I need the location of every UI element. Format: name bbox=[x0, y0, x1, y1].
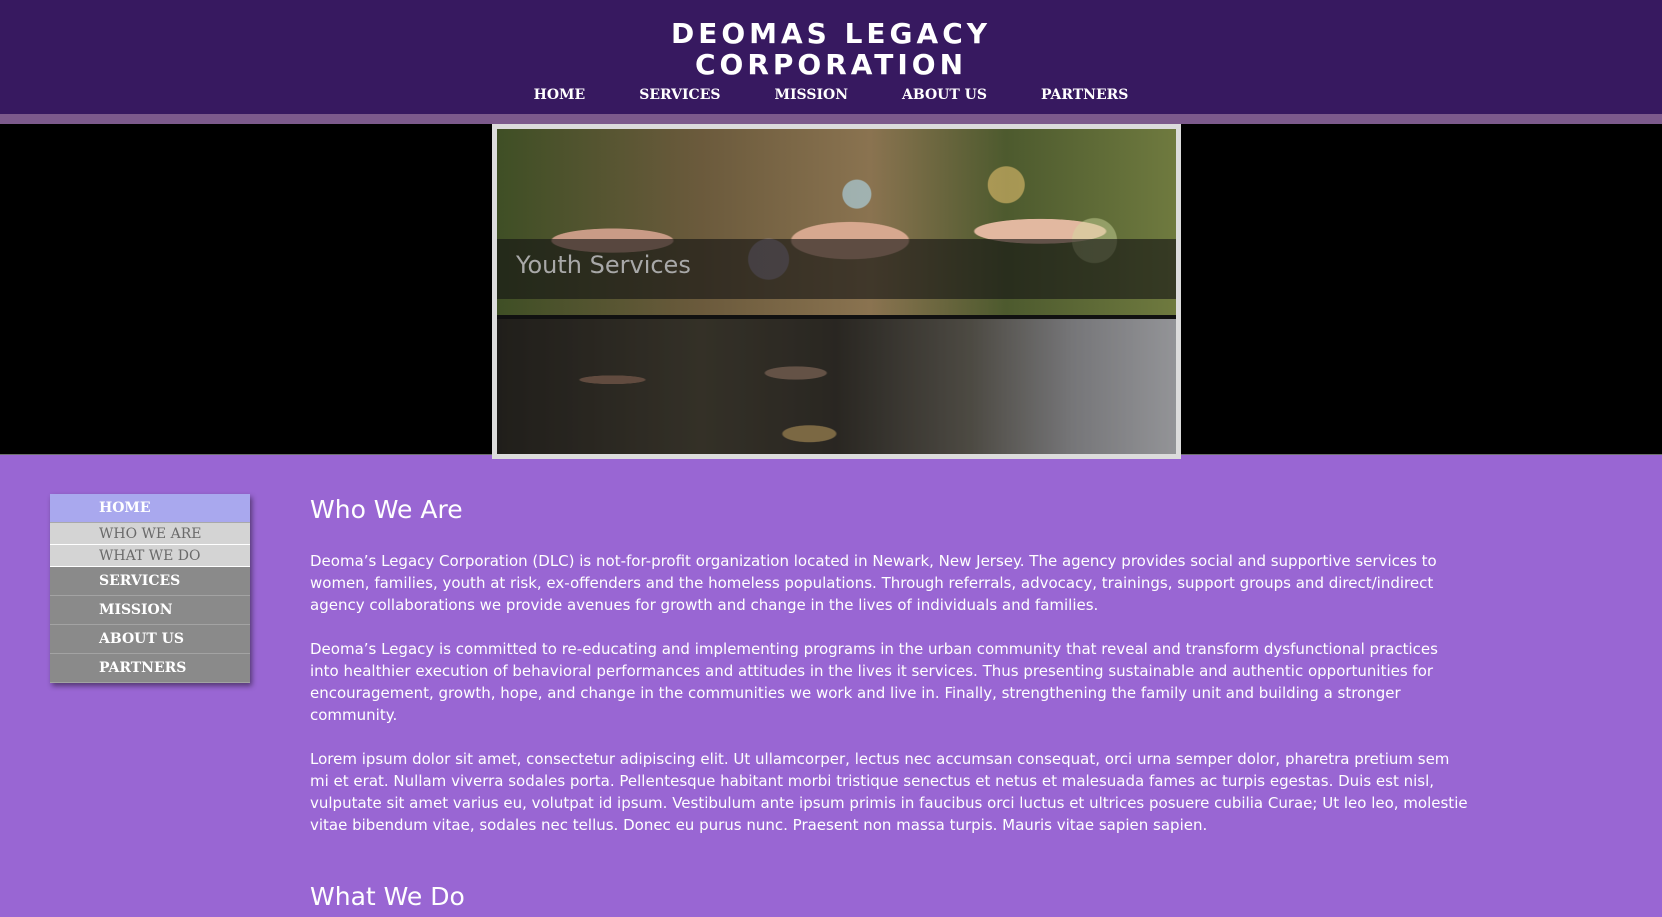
slide-photo-children-playground bbox=[497, 319, 1176, 454]
sidemenu-item-about-us[interactable]: ABOUT US bbox=[50, 625, 250, 654]
sidemenu-item-who-we-are[interactable]: WHO WE ARE bbox=[50, 523, 250, 545]
paragraph-intro: Deoma’s Legacy Corporation (DLC) is not-… bbox=[310, 552, 1437, 614]
sidemenu-item-what-we-do[interactable]: WHAT WE DO bbox=[50, 545, 250, 567]
logo-line-2: CORPORATION bbox=[694, 48, 968, 81]
topnav-mission[interactable]: MISSION bbox=[774, 87, 848, 103]
site-logo[interactable]: DEOMAS LEGACY CORPORATION bbox=[0, 18, 1662, 80]
topnav-services[interactable]: SERVICES bbox=[639, 87, 720, 103]
sidemenu-item-services[interactable]: SERVICES bbox=[50, 567, 250, 596]
logo-line-1: DEOMAS LEGACY bbox=[670, 17, 992, 50]
sidemenu-item-partners[interactable]: PARTNERS bbox=[50, 654, 250, 683]
slide-caption: Youth Services bbox=[516, 251, 691, 279]
sidemenu-item-mission[interactable]: MISSION bbox=[50, 596, 250, 625]
topnav-home[interactable]: HOME bbox=[534, 87, 586, 103]
image-slider[interactable]: Youth Services bbox=[492, 124, 1181, 459]
topnav-about-us[interactable]: ABOUT US bbox=[902, 87, 987, 103]
heading-who-we-are: Who We Are bbox=[310, 495, 463, 524]
sidemenu-item-home[interactable]: HOME bbox=[50, 494, 250, 523]
paragraph-commitment: Deoma’s Legacy is committed to re-educat… bbox=[310, 640, 1438, 724]
heading-what-we-do: What We Do bbox=[310, 882, 465, 911]
paragraph-lorem: Lorem ipsum dolor sit amet, consectetur … bbox=[310, 750, 1468, 834]
top-navigation: HOME SERVICES MISSION ABOUT US PARTNERS bbox=[0, 87, 1662, 103]
hero-banner: Youth Services bbox=[0, 124, 1662, 459]
site-header: DEOMAS LEGACY CORPORATION HOME SERVICES … bbox=[0, 0, 1662, 124]
side-navigation: HOME WHO WE ARE WHAT WE DO SERVICES MISS… bbox=[50, 494, 250, 683]
topnav-partners[interactable]: PARTNERS bbox=[1041, 87, 1128, 103]
